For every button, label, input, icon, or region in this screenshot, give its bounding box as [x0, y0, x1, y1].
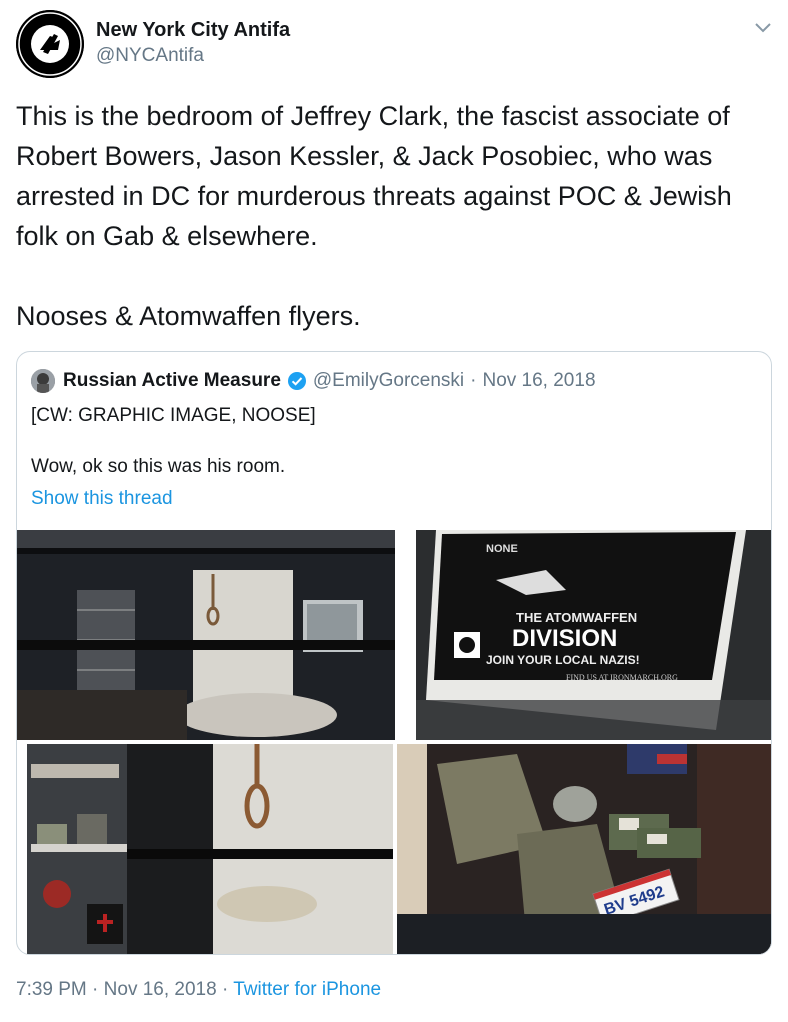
- show-thread-link[interactable]: Show this thread: [31, 487, 173, 511]
- photo-noose[interactable]: [27, 744, 393, 954]
- dot-separator: ·: [470, 370, 477, 391]
- poster-word: NONE: [486, 543, 518, 555]
- quoted-tweet-text: Wow, ok so this was his room.: [31, 456, 286, 477]
- quoted-tweet-date[interactable]: Nov 16, 2018: [482, 370, 595, 392]
- photo-bedroom[interactable]: [17, 530, 395, 740]
- quoted-author-name[interactable]: Russian Active Measure: [63, 370, 281, 392]
- tweet-time[interactable]: 7:39 PM: [16, 979, 87, 1000]
- tweet-source-link[interactable]: Twitter for iPhone: [233, 979, 381, 1000]
- quoted-tweet-cw: [CW: GRAPHIC IMAGE, NOOSE]: [31, 405, 316, 426]
- dot-separator: ·: [221, 979, 229, 1000]
- poster-line-2: DIVISION: [512, 625, 617, 652]
- chevron-down-icon[interactable]: [752, 16, 774, 38]
- author-handle[interactable]: @NYCAntifa: [96, 44, 290, 68]
- author-name[interactable]: New York City Antifa: [96, 18, 290, 42]
- quoted-tweet-header: Russian Active Measure @EmilyGorcenski ·…: [31, 368, 596, 394]
- verified-badge-icon: [287, 372, 306, 390]
- quoted-author-avatar[interactable]: [31, 369, 55, 393]
- quoted-tweet[interactable]: Russian Active Measure @EmilyGorcenski ·…: [16, 351, 772, 955]
- poster-line-4: FIND US AT IRONMARCH.ORG: [566, 673, 678, 682]
- photo-atomwaffen-poster[interactable]: NONE THE ATOMWAFFEN DIVISION JOIN YOUR L…: [416, 530, 771, 740]
- author-avatar[interactable]: [16, 10, 84, 78]
- tweet-meta: 7:39 PM · Nov 16, 2018 · Twitter for iPh…: [16, 978, 381, 1002]
- tweet-date[interactable]: Nov 16, 2018: [104, 979, 217, 1000]
- quoted-author-handle[interactable]: @EmilyGorcenski: [313, 370, 464, 392]
- photo-tactical-gear[interactable]: BV 5492: [397, 744, 771, 954]
- tweet-text: This is the bedroom of Jeffrey Clark, th…: [16, 101, 732, 331]
- poster-line-3: JOIN YOUR LOCAL NAZIS!: [486, 653, 640, 667]
- poster-line-1: THE ATOMWAFFEN: [516, 610, 637, 625]
- antifa-logo-icon: [16, 10, 84, 78]
- author-block[interactable]: New York City Antifa @NYCAntifa: [96, 18, 290, 68]
- dot-separator: ·: [92, 979, 99, 1000]
